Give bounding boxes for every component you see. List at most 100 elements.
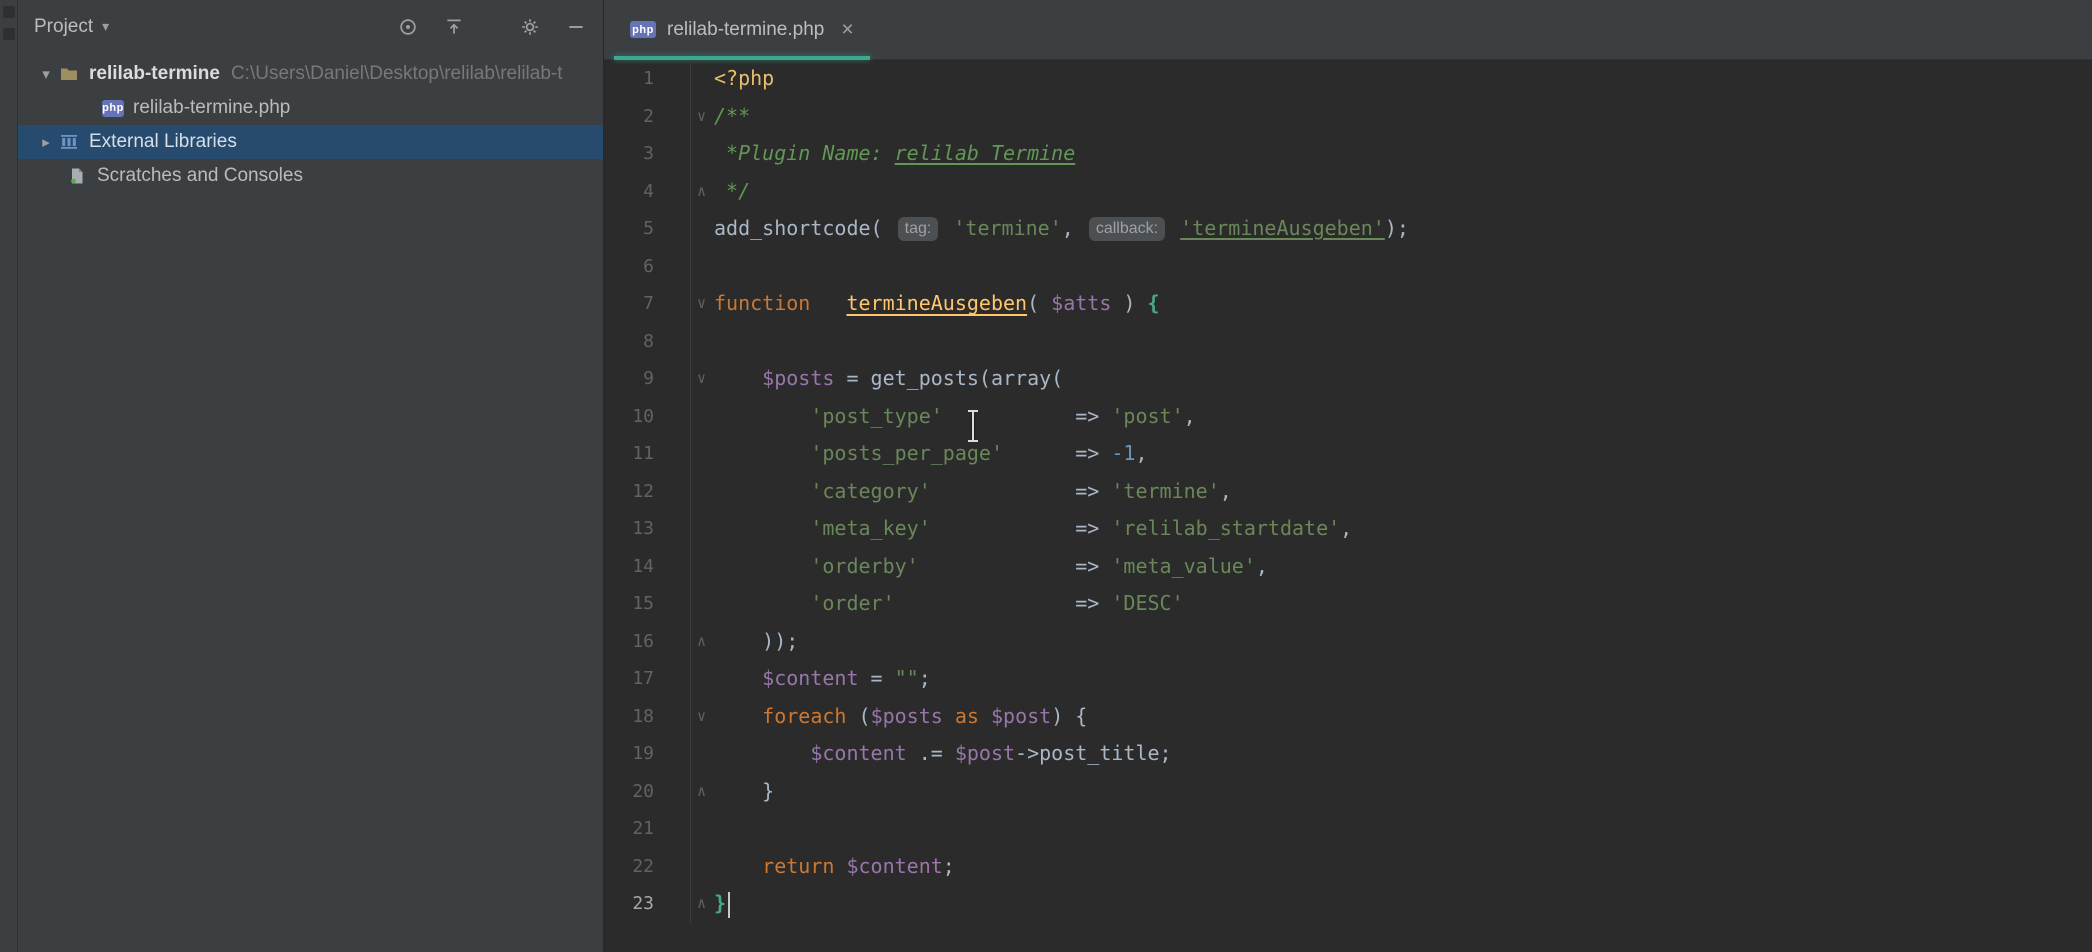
tree-item-php-file[interactable]: php relilab-termine.php [18,91,603,125]
settings-icon[interactable] [519,16,541,38]
line-number[interactable]: 5 [604,210,654,248]
fold-gutter [654,548,714,586]
tab-relilab-termine-php[interactable]: php relilab-termine.php × [614,0,870,59]
code-text: $content .= $post->post_title; [714,735,1172,773]
hide-panel-icon[interactable] [565,16,587,38]
project-stripe-icon[interactable] [3,6,15,18]
line-number[interactable]: 13 [604,510,654,548]
code-text: */ [714,173,750,211]
code-line[interactable]: 7∨function termineAusgeben( $atts ) { [604,285,2092,323]
chevron-right-icon[interactable]: ▸ [34,133,58,151]
folder-icon [58,64,80,84]
line-number[interactable]: 20 [604,773,654,811]
fold-marker-icon[interactable]: ∨ [654,285,714,323]
tree-item-external-libraries[interactable]: ▸ External Libraries [18,125,603,159]
tree-item-label: relilab-termine.php [133,97,290,119]
fold-gutter [654,735,714,773]
line-number[interactable]: 3 [604,135,654,173]
project-selector-label: Project [34,16,93,38]
code-text: 'orderby' => 'meta_value', [714,548,1268,586]
close-icon[interactable]: × [841,18,853,42]
fold-gutter [654,210,714,248]
fold-gutter [654,60,714,98]
editor-area: php relilab-termine.php × 1<?php2∨/**3 *… [604,0,2092,952]
line-number[interactable]: 4 [604,173,654,211]
code-editor[interactable]: 1<?php2∨/**3 *Plugin Name: relilab Termi… [604,60,2092,952]
code-line[interactable]: 6 [604,248,2092,286]
fold-gutter [654,660,714,698]
code-text: 'category' => 'termine', [714,473,1232,511]
chevron-down-icon[interactable]: ▾ [34,65,58,83]
line-number[interactable]: 19 [604,735,654,773]
code-line[interactable]: 9∨ $posts = get_posts(array( [604,360,2092,398]
code-line[interactable]: 4∧ */ [604,173,2092,211]
project-panel: Project ▾ [18,0,604,952]
code-text: } [714,885,730,923]
fold-marker-icon[interactable]: ∨ [654,698,714,736]
line-number[interactable]: 14 [604,548,654,586]
line-number[interactable]: 23 [604,885,654,923]
code-line[interactable]: 3 *Plugin Name: relilab Termine [604,135,2092,173]
code-line[interactable]: 2∨/** [604,98,2092,136]
line-number[interactable]: 10 [604,398,654,436]
line-number[interactable]: 17 [604,660,654,698]
project-tree: ▾ relilab-termine C:\Users\Daniel\Deskto… [18,53,603,193]
tree-item-project-root[interactable]: ▾ relilab-termine C:\Users\Daniel\Deskto… [18,57,603,91]
line-number[interactable]: 9 [604,360,654,398]
line-number[interactable]: 6 [604,248,654,286]
fold-marker-icon[interactable]: ∧ [654,773,714,811]
chevron-down-icon: ▾ [102,18,109,35]
libraries-icon [58,132,80,152]
line-number[interactable]: 1 [604,60,654,98]
text-caret [728,892,730,918]
code-line[interactable]: 1<?php [604,60,2092,98]
code-line[interactable]: 20∧ } [604,773,2092,811]
line-number[interactable]: 18 [604,698,654,736]
code-line[interactable]: 14 'orderby' => 'meta_value', [604,548,2092,586]
code-text: return $content; [714,848,955,886]
code-line[interactable]: 8 [604,323,2092,361]
line-number[interactable]: 7 [604,285,654,323]
code-line[interactable]: 10 'post_type' => 'post', [604,398,2092,436]
structure-stripe-icon[interactable] [3,28,15,40]
fold-marker-icon[interactable]: ∨ [654,98,714,136]
code-line[interactable]: 13 'meta_key' => 'relilab_startdate', [604,510,2092,548]
code-line[interactable]: 23∧} [604,885,2092,923]
tree-item-label: relilab-termine [89,63,220,85]
php-file-icon: php [630,21,656,38]
code-line[interactable]: 22 return $content; [604,848,2092,886]
code-line[interactable]: 18∨ foreach ($posts as $post) { [604,698,2092,736]
code-line[interactable]: 21 [604,810,2092,848]
ide-window: Project ▾ [0,0,2092,952]
project-view-selector[interactable]: Project ▾ [34,16,109,38]
fold-marker-icon[interactable]: ∨ [654,360,714,398]
line-number[interactable]: 2 [604,98,654,136]
tree-item-label: Scratches and Consoles [97,165,303,187]
tree-item-scratches[interactable]: Scratches and Consoles [18,159,603,193]
line-number[interactable]: 16 [604,623,654,661]
line-number[interactable]: 11 [604,435,654,473]
line-number[interactable]: 22 [604,848,654,886]
collapse-all-icon[interactable] [443,16,465,38]
code-line[interactable]: 17 $content = ""; [604,660,2092,698]
editor-tab-bar: php relilab-termine.php × [604,0,2092,60]
code-line[interactable]: 15 'order' => 'DESC' [604,585,2092,623]
project-toolbar-icons [397,16,587,38]
code-line[interactable]: 5 add_shortcode( tag: 'termine', callback… [604,210,2092,248]
locate-icon[interactable] [397,16,419,38]
fold-gutter [654,473,714,511]
line-number[interactable]: 12 [604,473,654,511]
code-line[interactable]: 11 'posts_per_page' => -1, [604,435,2092,473]
line-number[interactable]: 8 [604,323,654,361]
fold-marker-icon[interactable]: ∧ [654,885,714,923]
fold-marker-icon[interactable]: ∧ [654,623,714,661]
fold-gutter [654,398,714,436]
code-line[interactable]: 19 $content .= $post->post_title; [604,735,2092,773]
code-line[interactable]: 16∧ )); [604,623,2092,661]
line-number[interactable]: 15 [604,585,654,623]
code-text: add_shortcode( tag: 'termine', callback:… [714,210,1409,248]
line-number[interactable]: 21 [604,810,654,848]
code-line[interactable]: 12 'category' => 'termine', [604,473,2092,511]
fold-marker-icon[interactable]: ∧ [654,173,714,211]
fold-gutter [654,435,714,473]
